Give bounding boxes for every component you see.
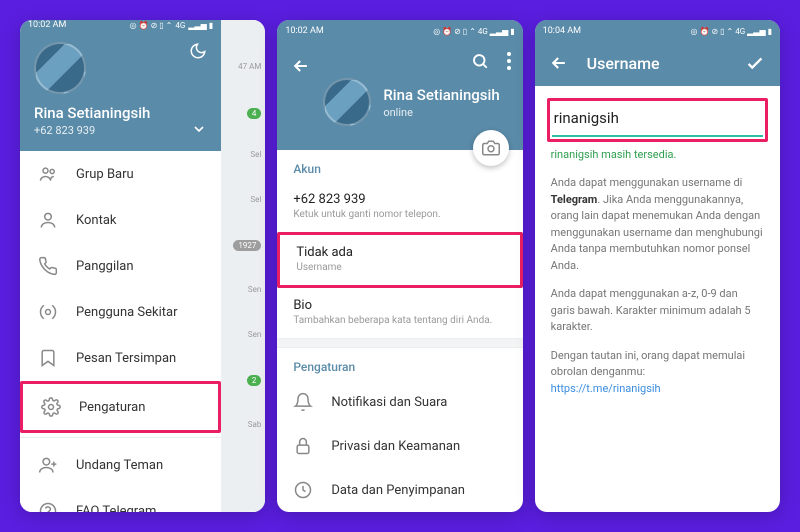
profile-phone: +62 823 939 xyxy=(34,124,207,137)
description-2: Anda dapat menggunakan a-z, 0-9 dan gari… xyxy=(535,280,780,342)
profile-name: Rina Setianingsih xyxy=(34,104,207,122)
bookmark-icon xyxy=(38,348,58,368)
username-input[interactable] xyxy=(552,103,763,137)
row-username[interactable]: Tidak ada Username xyxy=(277,232,522,288)
status-icons: ◎ ⏰ ⊘ ▯ ⌃ 4G ▂▃▅ ▮ xyxy=(130,21,213,30)
drawer-menu: Grup Baru Kontak Panggilan Pengguna Seki… xyxy=(20,151,221,512)
menu-label: FAQ Telegram xyxy=(76,504,156,513)
menu-label: Pengguna Sekitar xyxy=(76,305,178,320)
group-icon xyxy=(38,164,58,184)
menu-label: Pengaturan xyxy=(79,400,145,415)
item-notifications[interactable]: Notifikasi dan Suara xyxy=(277,380,522,424)
data-icon xyxy=(293,480,313,500)
background-chatlist: 47 AM 4 Sel Sel 1927 Sen Sen 2 Sab xyxy=(221,20,265,512)
username-input-wrap xyxy=(547,98,768,142)
menu-invite[interactable]: Undang Teman xyxy=(20,442,221,488)
status-bar: 10:02 AM ◎ ⏰ ⊘ ▯ ⌃ 4G ▂▃▅ ▮ xyxy=(20,20,221,30)
bell-icon xyxy=(293,392,313,412)
section-settings: Pengaturan xyxy=(277,348,522,380)
menu-label: Pesan Tersimpan xyxy=(76,351,176,366)
page-title: Username xyxy=(587,54,660,73)
menu-label: Panggilan xyxy=(76,259,134,274)
back-icon[interactable] xyxy=(549,53,569,73)
username-header: Username xyxy=(535,42,780,86)
contact-icon xyxy=(38,210,58,230)
username-value: Tidak ada xyxy=(296,245,503,260)
menu-faq[interactable]: FAQ Telegram xyxy=(20,488,221,512)
camera-fab[interactable] xyxy=(473,130,509,166)
row-bio[interactable]: Bio Tambahkan beberapa kata tentang diri… xyxy=(277,288,522,338)
screen-username: 10:04 AM ◎ ⏰ ⊘ ▯ ⌃ 4G ▂▃▅ ▮ Username rin… xyxy=(535,20,780,512)
description-3: Dengan tautan ini, orang dapat memulai o… xyxy=(535,342,780,404)
menu-label: Grup Baru xyxy=(76,167,134,182)
menu-contacts[interactable]: Kontak xyxy=(20,197,221,243)
divider xyxy=(20,437,221,438)
row-phone[interactable]: +62 823 939 Ketuk untuk ganti nomor tele… xyxy=(277,182,522,232)
item-data[interactable]: Data dan Penyimpanan xyxy=(277,468,522,512)
menu-label: Undang Teman xyxy=(76,458,163,473)
phone-number: +62 823 939 xyxy=(293,192,506,207)
phone-icon xyxy=(38,256,58,276)
back-icon[interactable] xyxy=(291,56,311,76)
screen-settings: 10:02 AM ◎ ⏰ ⊘ ▯ ⌃ 4G ▂▃▅ ▮ Rina Setiani… xyxy=(277,20,522,512)
chevron-down-icon[interactable] xyxy=(191,121,207,137)
menu-new-group[interactable]: Grup Baru xyxy=(20,151,221,197)
screen-drawer: 10:02 AM ◎ ⏰ ⊘ ▯ ⌃ 4G ▂▃▅ ▮ Rina Setiani… xyxy=(20,20,265,512)
item-privacy[interactable]: Privasi dan Keamanan xyxy=(277,424,522,468)
item-label: Notifikasi dan Suara xyxy=(331,395,447,410)
status-bar: 10:04 AM ◎ ⏰ ⊘ ▯ ⌃ 4G ▂▃▅ ▮ xyxy=(535,20,780,42)
help-icon xyxy=(38,501,58,512)
bio-label: Bio xyxy=(293,298,506,313)
item-label: Privasi dan Keamanan xyxy=(331,439,460,454)
nearby-icon xyxy=(38,302,58,322)
lock-icon xyxy=(293,436,313,456)
menu-saved[interactable]: Pesan Tersimpan xyxy=(20,335,221,381)
night-mode-icon[interactable] xyxy=(189,42,207,60)
confirm-icon[interactable] xyxy=(744,52,766,74)
menu-label: Kontak xyxy=(76,213,117,228)
more-icon[interactable] xyxy=(507,52,511,70)
status-icons: ◎ ⏰ ⊘ ▯ ⌃ 4G ▂▃▅ ▮ xyxy=(433,27,514,36)
search-icon[interactable] xyxy=(471,52,489,70)
status-time: 10:04 AM xyxy=(543,26,581,36)
status-icons: ◎ ⏰ ⊘ ▯ ⌃ 4G ▂▃▅ ▮ xyxy=(691,27,772,36)
menu-calls[interactable]: Panggilan xyxy=(20,243,221,289)
avatar[interactable] xyxy=(34,42,86,94)
settings-header: Rina Setianingsih online xyxy=(277,42,522,150)
nav-drawer: 10:02 AM ◎ ⏰ ⊘ ▯ ⌃ 4G ▂▃▅ ▮ Rina Setiani… xyxy=(20,20,221,512)
item-label: Data dan Penyimpanan xyxy=(331,483,465,498)
avatar[interactable] xyxy=(323,78,371,126)
profile-name: Rina Setianingsih xyxy=(383,86,499,104)
status-bar: 10:02 AM ◎ ⏰ ⊘ ▯ ⌃ 4G ▂▃▅ ▮ xyxy=(277,20,522,42)
availability-text: rinanigsih masih tersedia. xyxy=(535,148,780,169)
gear-icon xyxy=(41,397,61,417)
status-time: 10:02 AM xyxy=(28,20,66,30)
add-user-icon xyxy=(38,455,58,475)
menu-settings[interactable]: Pengaturan xyxy=(20,381,221,433)
username-link[interactable]: https://t.me/rinanigsih xyxy=(551,382,661,395)
separator xyxy=(277,338,522,348)
menu-nearby[interactable]: Pengguna Sekitar xyxy=(20,289,221,335)
phone-hint: Ketuk untuk ganti nomor telepon. xyxy=(293,209,506,220)
username-label: Username xyxy=(296,262,503,273)
description-1: Anda dapat menggunakan username di Teleg… xyxy=(535,169,780,280)
bio-hint: Tambahkan beberapa kata tentang diri And… xyxy=(293,315,506,326)
profile-status: online xyxy=(383,106,499,119)
settings-body: Akun +62 823 939 Ketuk untuk ganti nomor… xyxy=(277,150,522,512)
drawer-header: Rina Setianingsih +62 823 939 xyxy=(20,30,221,151)
status-time: 10:02 AM xyxy=(285,26,323,36)
